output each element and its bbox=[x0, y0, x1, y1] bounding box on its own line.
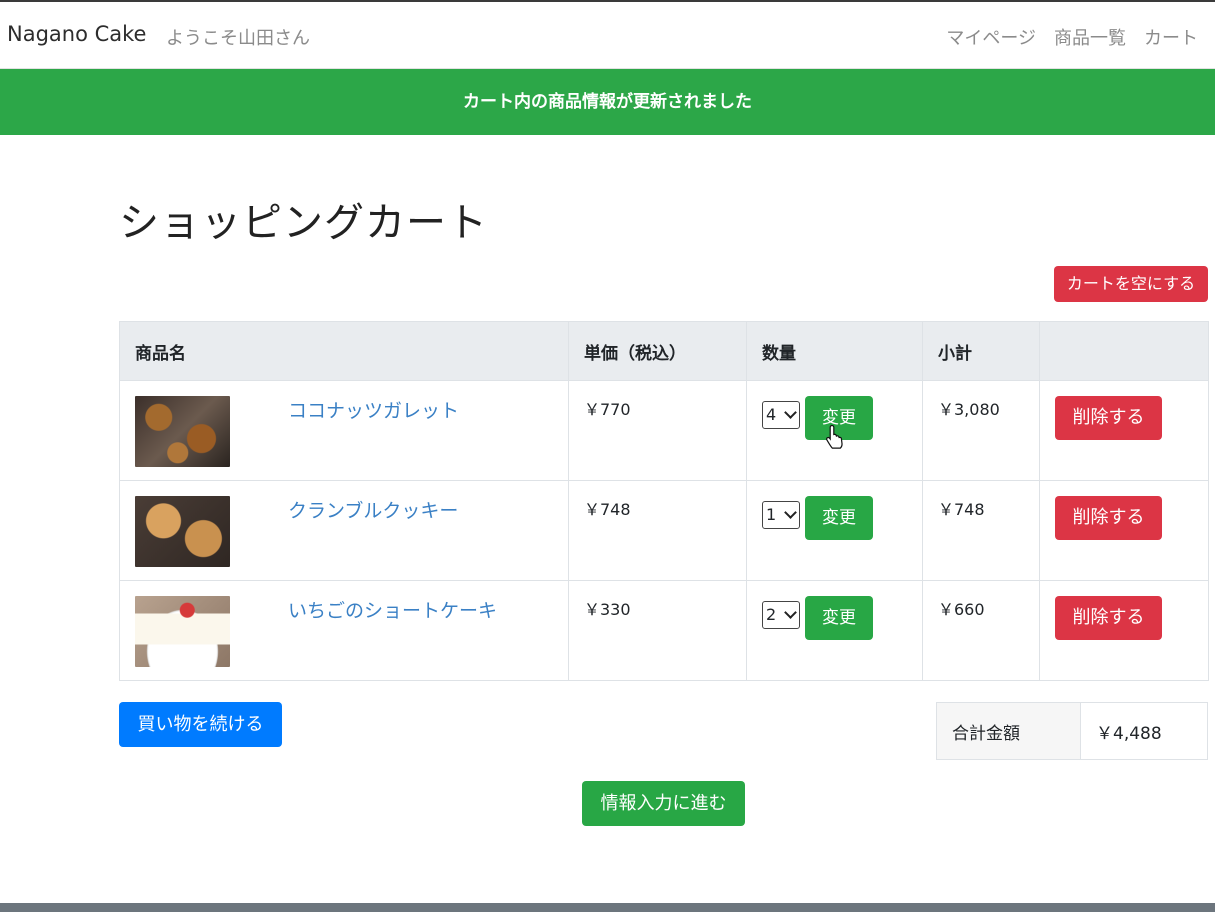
table-row: クランブルクッキー ￥748 1 変更 ￥748 削除する bbox=[119, 480, 1209, 581]
hand-pointer-icon bbox=[826, 424, 843, 449]
brand-logo[interactable]: Nagano Cake bbox=[7, 22, 146, 46]
delete-item-button[interactable]: 削除する bbox=[1055, 396, 1162, 440]
actions-cell: 削除する bbox=[1039, 380, 1209, 481]
quantity-select[interactable]: 2 bbox=[762, 601, 800, 629]
delete-item-button[interactable]: 削除する bbox=[1055, 596, 1162, 640]
product-name-link[interactable]: いちごのショートケーキ bbox=[288, 596, 497, 623]
header-actions bbox=[1039, 321, 1209, 381]
flash-message: カート内の商品情報が更新されました bbox=[0, 69, 1215, 135]
delete-item-button[interactable]: 削除する bbox=[1055, 496, 1162, 540]
product-cell: いちごのショートケーキ bbox=[119, 580, 569, 681]
quantity-value: 1 bbox=[766, 505, 777, 524]
subtotal: ￥3,080 bbox=[922, 380, 1040, 481]
footer bbox=[0, 903, 1215, 912]
quantity-cell: 1 変更 bbox=[746, 480, 923, 581]
total-label: 合計金額 bbox=[936, 702, 1081, 760]
quantity-value: 4 bbox=[766, 405, 777, 424]
update-quantity-button[interactable]: 変更 bbox=[805, 496, 873, 540]
header-subtotal: 小計 bbox=[922, 321, 1040, 381]
proceed-to-info-button[interactable]: 情報入力に進む bbox=[582, 781, 745, 826]
actions-cell: 削除する bbox=[1039, 580, 1209, 681]
unit-price: ￥330 bbox=[568, 580, 747, 681]
nav-link-mypage[interactable]: マイページ bbox=[946, 24, 1036, 50]
welcome-message: ようこそ山田さん bbox=[166, 28, 310, 49]
product-name-link[interactable]: クランブルクッキー bbox=[288, 496, 458, 523]
nav-link-products[interactable]: 商品一覧 bbox=[1054, 24, 1126, 50]
subtotal: ￥748 bbox=[922, 480, 1040, 581]
product-image[interactable] bbox=[135, 596, 230, 667]
cart-table: 商品名 単価（税込） 数量 小計 ココナッツガレット ￥770 4 変更 ￥3,… bbox=[119, 321, 1209, 681]
unit-price: ￥748 bbox=[568, 480, 747, 581]
product-cell: クランブルクッキー bbox=[119, 480, 569, 581]
empty-cart-button[interactable]: カートを空にする bbox=[1054, 266, 1208, 302]
quantity-select[interactable]: 1 bbox=[762, 501, 800, 529]
header-product-name: 商品名 bbox=[119, 321, 569, 381]
product-image[interactable] bbox=[135, 396, 230, 467]
product-name-link[interactable]: ココナッツガレット bbox=[288, 396, 459, 423]
page-title: ショッピングカート bbox=[119, 200, 488, 246]
table-row: ココナッツガレット ￥770 4 変更 ￥3,080 削除する bbox=[119, 380, 1209, 481]
header-quantity: 数量 bbox=[746, 321, 923, 381]
product-image[interactable] bbox=[135, 496, 230, 567]
quantity-cell: 2 変更 bbox=[746, 580, 923, 681]
table-row: いちごのショートケーキ ￥330 2 変更 ￥660 削除する bbox=[119, 580, 1209, 681]
unit-price: ￥770 bbox=[568, 380, 747, 481]
product-cell: ココナッツガレット bbox=[119, 380, 569, 481]
continue-shopping-button[interactable]: 買い物を続ける bbox=[119, 702, 282, 747]
chevron-down-icon bbox=[784, 406, 797, 419]
chevron-down-icon bbox=[784, 606, 797, 619]
nav-link-cart[interactable]: カート bbox=[1144, 24, 1198, 50]
subtotal: ￥660 bbox=[922, 580, 1040, 681]
chevron-down-icon bbox=[784, 506, 797, 519]
total-value: ￥4,488 bbox=[1080, 702, 1208, 760]
header-unit-price: 単価（税込） bbox=[568, 321, 747, 381]
navbar: Nagano Cake ようこそ山田さん マイページ 商品一覧 カート bbox=[0, 2, 1215, 69]
nav-links: マイページ 商品一覧 カート bbox=[946, 24, 1198, 50]
table-header-row: 商品名 単価（税込） 数量 小計 bbox=[119, 321, 1209, 381]
actions-cell: 削除する bbox=[1039, 480, 1209, 581]
total-table: 合計金額 ￥4,488 bbox=[936, 702, 1208, 760]
quantity-select[interactable]: 4 bbox=[762, 401, 800, 429]
quantity-value: 2 bbox=[766, 605, 777, 624]
update-quantity-button[interactable]: 変更 bbox=[805, 596, 873, 640]
